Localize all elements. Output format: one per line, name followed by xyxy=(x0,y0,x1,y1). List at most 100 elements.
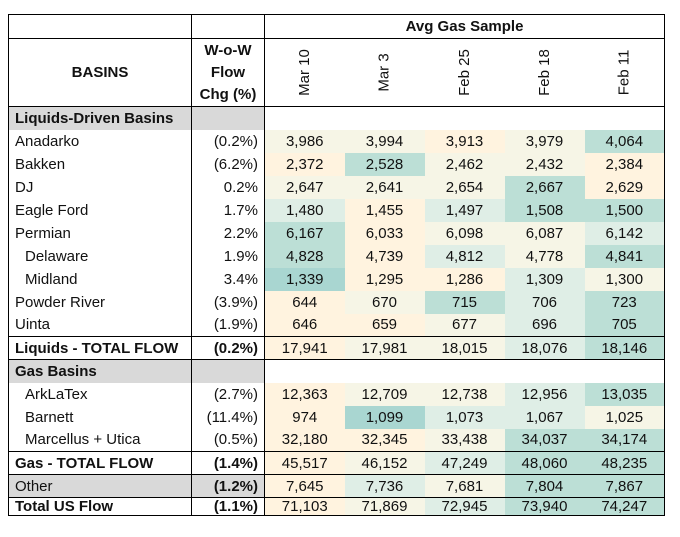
flow-value: 1,099 xyxy=(344,405,425,429)
section-blank xyxy=(264,106,666,130)
wow-change: 1.7% xyxy=(191,198,265,222)
table-body: Liquids-Driven Basins Anadarko (0.2%) 3,986… xyxy=(8,106,666,516)
wow-change: (2.7%) xyxy=(191,382,265,406)
basin-name: DJ xyxy=(8,175,192,199)
flow-value: 1,295 xyxy=(344,267,425,291)
table-row: Delaware 1.9% 4,828 4,739 4,812 4,778 4,841 xyxy=(8,244,666,268)
flow-value: 4,778 xyxy=(504,244,585,268)
section-title: Gas Basins xyxy=(8,359,192,383)
flow-value: 4,841 xyxy=(584,244,666,268)
wow-change: 2.2% xyxy=(191,221,265,245)
wow-change: (1.4%) xyxy=(191,451,265,475)
header-row: BASINS W-o-W Flow Chg (%) Mar 10 Mar 3 F… xyxy=(8,38,666,107)
total-row: Liquids - TOTAL FLOW (0.2%) 17,941 17,981 18… xyxy=(8,336,666,360)
flow-value: 723 xyxy=(584,290,666,314)
date-header: Mar 3 xyxy=(344,38,425,107)
flow-value: 48,235 xyxy=(584,451,666,475)
flow-value: 2,372 xyxy=(264,152,345,176)
flow-value: 6,033 xyxy=(344,221,425,245)
basin-name: ArkLaTex xyxy=(8,382,192,406)
date-label: Feb 11 xyxy=(615,49,633,96)
flow-value: 32,180 xyxy=(264,428,345,452)
wow-change: 1.9% xyxy=(191,244,265,268)
wow-change: (0.2%) xyxy=(191,336,265,360)
flow-value: 696 xyxy=(504,313,585,337)
flow-value: 72,945 xyxy=(424,497,505,516)
table-row: Powder River (3.9%) 644 670 715 706 723 xyxy=(8,290,666,314)
flow-value: 6,087 xyxy=(504,221,585,245)
flow-value: 2,647 xyxy=(264,175,345,199)
gas-flow-table: Avg Gas Sample BASINS W-o-W Flow Chg (%)… xyxy=(8,14,666,516)
date-label: Mar 3 xyxy=(376,53,393,92)
flow-value: 2,641 xyxy=(344,175,425,199)
flow-value: 6,098 xyxy=(424,221,505,245)
table-row: Bakken (6.2%) 2,372 2,528 2,462 2,432 2,384 xyxy=(8,152,666,176)
wow-header-line2: Flow xyxy=(210,63,246,81)
flow-value: 3,913 xyxy=(424,129,505,153)
flow-value: 2,654 xyxy=(424,175,505,199)
flow-value: 32,345 xyxy=(344,428,425,452)
wow-change: (0.2%) xyxy=(191,129,265,153)
flow-value: 2,667 xyxy=(504,175,585,199)
flow-value: 1,480 xyxy=(264,198,345,222)
flow-value: 705 xyxy=(584,313,666,337)
wow-header-line3: Chg (%) xyxy=(199,85,257,103)
flow-value: 715 xyxy=(424,290,505,314)
title-row: Avg Gas Sample xyxy=(8,14,666,39)
flow-value: 4,828 xyxy=(264,244,345,268)
wow-change: (1.2%) xyxy=(191,474,265,498)
flow-value: 644 xyxy=(264,290,345,314)
date-header: Mar 10 xyxy=(264,38,345,107)
flow-value: 74,247 xyxy=(584,497,666,516)
flow-value: 4,812 xyxy=(424,244,505,268)
flow-value: 3,986 xyxy=(264,129,345,153)
flow-value: 45,517 xyxy=(264,451,345,475)
table-row: Marcellus + Utica (0.5%) 32,180 32,345 33,43… xyxy=(8,428,666,452)
flow-value: 659 xyxy=(344,313,425,337)
basin-name: Total US Flow xyxy=(8,497,192,516)
title-blank-cell xyxy=(191,14,265,39)
flow-value: 4,739 xyxy=(344,244,425,268)
section-title: Liquids-Driven Basins xyxy=(8,106,192,130)
flow-value: 706 xyxy=(504,290,585,314)
basin-name: Marcellus + Utica xyxy=(8,428,192,452)
wow-change: (3.9%) xyxy=(191,290,265,314)
flow-value: 3,994 xyxy=(344,129,425,153)
flow-value: 1,497 xyxy=(424,198,505,222)
wow-change: (1.1%) xyxy=(191,497,265,516)
section-header-row: Gas Basins xyxy=(8,359,666,383)
flow-value: 6,142 xyxy=(584,221,666,245)
date-header: Feb 11 xyxy=(584,38,666,107)
date-label: Mar 10 xyxy=(296,49,314,96)
basins-header: BASINS xyxy=(8,38,192,107)
basin-name: Uinta xyxy=(8,313,192,337)
flow-value: 73,940 xyxy=(504,497,585,516)
wow-header: W-o-W Flow Chg (%) xyxy=(191,38,265,107)
flow-value: 1,067 xyxy=(504,405,585,429)
flow-value: 974 xyxy=(264,405,345,429)
basin-name: Gas - TOTAL FLOW xyxy=(8,451,192,475)
flow-value: 7,867 xyxy=(584,474,666,498)
flow-value: 18,015 xyxy=(424,336,505,360)
table-title: Avg Gas Sample xyxy=(263,14,666,39)
table-row: Permian 2.2% 6,167 6,033 6,098 6,087 6,142 xyxy=(8,221,666,245)
flow-value: 646 xyxy=(264,313,345,337)
flow-value: 1,339 xyxy=(264,267,345,291)
flow-value: 2,528 xyxy=(344,152,425,176)
flow-value: 1,286 xyxy=(424,267,505,291)
flow-value: 2,462 xyxy=(424,152,505,176)
basin-name: Other xyxy=(8,474,192,498)
flow-value: 1,500 xyxy=(584,198,666,222)
section-header-row: Liquids-Driven Basins xyxy=(8,106,666,130)
flow-value: 12,709 xyxy=(344,382,425,406)
flow-value: 47,249 xyxy=(424,451,505,475)
section-gap xyxy=(191,106,265,130)
flow-value: 6,167 xyxy=(264,221,345,245)
table-row: DJ 0.2% 2,647 2,641 2,654 2,667 2,629 xyxy=(8,175,666,199)
basin-name: Barnett xyxy=(8,405,192,429)
basin-name: Delaware xyxy=(8,244,192,268)
flow-value: 7,681 xyxy=(424,474,505,498)
flow-value: 17,981 xyxy=(344,336,425,360)
flow-value: 1,073 xyxy=(424,405,505,429)
flow-value: 12,956 xyxy=(504,382,585,406)
